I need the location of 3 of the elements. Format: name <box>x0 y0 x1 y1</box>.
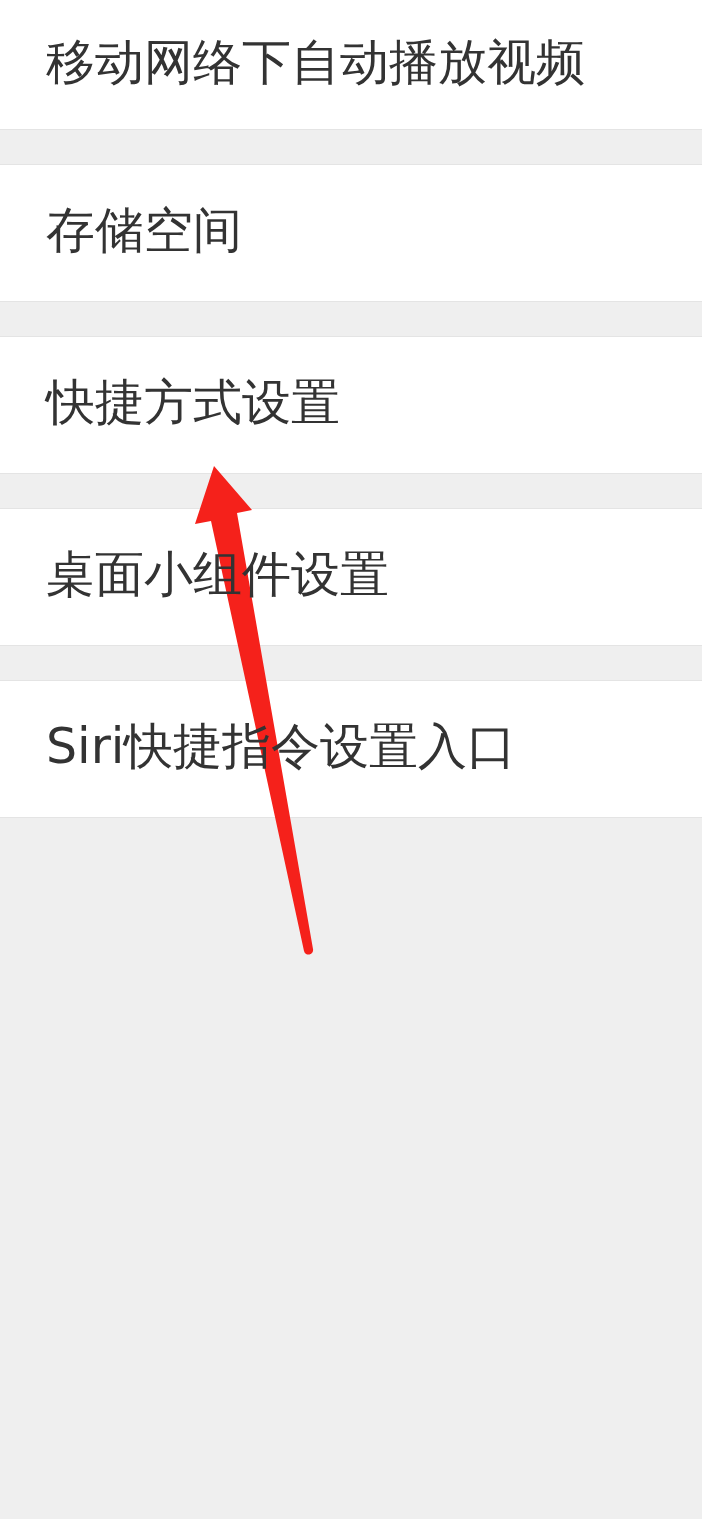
settings-item[interactable]: 快捷方式设置 <box>0 336 702 474</box>
settings-item[interactable]: 存储空间 <box>0 164 702 302</box>
settings-item[interactable]: 移动网络下自动播放视频 <box>0 0 702 130</box>
